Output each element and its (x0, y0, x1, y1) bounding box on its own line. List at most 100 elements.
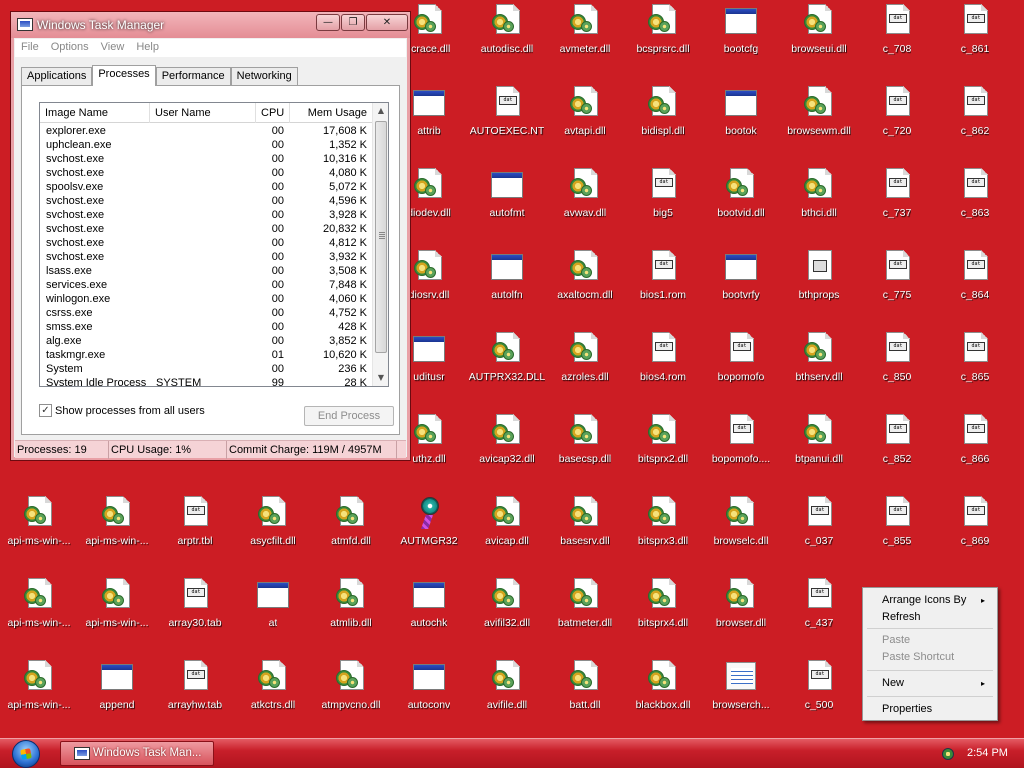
desktop-icon[interactable]: at (234, 576, 312, 658)
desktop-icon[interactable]: dat c_866 (936, 412, 1014, 494)
desktop-icon[interactable]: api-ms-win-... (0, 494, 78, 576)
table-row[interactable]: alg.exe 00 3,852 K (40, 334, 373, 348)
desktop-icon[interactable]: dat c_864 (936, 248, 1014, 330)
desktop-icon[interactable]: avicap.dll (468, 494, 546, 576)
show-all-users-checkbox[interactable]: ✓ (39, 404, 52, 417)
maximize-button[interactable]: ❐ (341, 14, 365, 31)
desktop-icon[interactable]: dat c_720 (858, 84, 936, 166)
desktop-icon[interactable]: batmeter.dll (546, 576, 624, 658)
desktop-icon[interactable]: axaltocm.dll (546, 248, 624, 330)
desktop-icon[interactable]: avifile.dll (468, 658, 546, 740)
desktop-icon[interactable]: dat c_850 (858, 330, 936, 412)
desktop-icon[interactable]: append (78, 658, 156, 740)
desktop-icon[interactable]: atmfd.dll (312, 494, 390, 576)
column-user-name[interactable]: User Name (150, 103, 256, 123)
menu-arrange-icons-by[interactable]: Arrange Icons By ▸ (863, 592, 997, 609)
desktop-icon[interactable]: dat c_863 (936, 166, 1014, 248)
desktop-icon[interactable]: dat bopomofo.... (702, 412, 780, 494)
show-all-users-option[interactable]: ✓ Show processes from all users (39, 404, 205, 417)
desktop-icon[interactable]: avmeter.dll (546, 2, 624, 84)
desktop-icon[interactable]: bitsprx3.dll (624, 494, 702, 576)
desktop-icon[interactable]: api-ms-win-... (0, 658, 78, 740)
desktop-icon[interactable]: avifil32.dll (468, 576, 546, 658)
desktop-icon[interactable]: bcsprsrc.dll (624, 2, 702, 84)
desktop-icon[interactable]: browseui.dll (780, 2, 858, 84)
desktop-icon[interactable]: bthprops (780, 248, 858, 330)
menu-new[interactable]: New ▸ (863, 675, 997, 692)
desktop-icon[interactable]: atmlib.dll (312, 576, 390, 658)
desktop-icon[interactable]: browserch... (702, 658, 780, 740)
desktop-icon[interactable]: dat arrayhw.tab (156, 658, 234, 740)
task-manager-window[interactable]: Windows Task Manager — ❐ ✕ File Options … (10, 11, 411, 461)
process-list-scrollbar[interactable]: ▲ ▼ (372, 103, 388, 386)
desktop-icon[interactable]: autochk (390, 576, 468, 658)
process-list[interactable]: Image Name User Name CPU Mem Usage explo… (39, 102, 389, 387)
desktop-icon[interactable]: dat bopomofo (702, 330, 780, 412)
table-row[interactable]: System 00 236 K (40, 362, 373, 376)
desktop-icon[interactable]: autodisc.dll (468, 2, 546, 84)
table-row[interactable]: spoolsv.exe 00 5,072 K (40, 180, 373, 194)
table-row[interactable]: lsass.exe 00 3,508 K (40, 264, 373, 278)
desktop-icon[interactable]: blackbox.dll (624, 658, 702, 740)
desktop-icon[interactable]: bidispl.dll (624, 84, 702, 166)
table-row[interactable]: smss.exe 00 428 K (40, 320, 373, 334)
desktop-icon[interactable]: bootok (702, 84, 780, 166)
desktop-icon[interactable]: bitsprx4.dll (624, 576, 702, 658)
desktop-icon[interactable]: AUTMGR32 (390, 494, 468, 576)
table-row[interactable]: uphclean.exe 00 1,352 K (40, 138, 373, 152)
desktop-icon[interactable]: dat c_737 (858, 166, 936, 248)
menu-paste-shortcut[interactable]: Paste Shortcut (863, 649, 997, 666)
desktop-icon[interactable]: autolfn (468, 248, 546, 330)
tab-performance[interactable]: Performance (155, 67, 231, 86)
desktop-icon[interactable]: bthci.dll (780, 166, 858, 248)
table-row[interactable]: csrss.exe 00 4,752 K (40, 306, 373, 320)
column-mem-usage[interactable]: Mem Usage (290, 103, 373, 123)
desktop-icon[interactable]: api-ms-win-... (78, 494, 156, 576)
desktop-icon[interactable]: AUTPRX32.DLL (468, 330, 546, 412)
desktop-icon[interactable]: dat c_775 (858, 248, 936, 330)
desktop-icon[interactable]: dat bios1.rom (624, 248, 702, 330)
table-row[interactable]: winlogon.exe 00 4,060 K (40, 292, 373, 306)
menu-refresh[interactable]: Refresh (863, 609, 997, 626)
desktop-icon[interactable]: dat arptr.tbl (156, 494, 234, 576)
desktop-icon[interactable]: dat c_037 (780, 494, 858, 576)
menu-paste[interactable]: Paste (863, 632, 997, 649)
tab-processes[interactable]: Processes (92, 65, 156, 86)
table-row[interactable]: svchost.exe 00 3,928 K (40, 208, 373, 222)
title-bar[interactable]: Windows Task Manager — ❐ ✕ (11, 12, 410, 38)
table-row[interactable]: svchost.exe 00 4,812 K (40, 236, 373, 250)
network-tray-icon[interactable] (940, 746, 954, 760)
desktop-icon[interactable]: dat array30.tab (156, 576, 234, 658)
desktop-icon[interactable]: api-ms-win-... (78, 576, 156, 658)
desktop-icon[interactable]: api-ms-win-... (0, 576, 78, 658)
desktop-icon[interactable]: autofmt (468, 166, 546, 248)
desktop-icon[interactable]: asycfilt.dll (234, 494, 312, 576)
menu-options[interactable]: Options (45, 39, 95, 57)
desktop-icon[interactable]: dat c_869 (936, 494, 1014, 576)
table-row[interactable]: svchost.exe 00 10,316 K (40, 152, 373, 166)
desktop-icon[interactable]: dat big5 (624, 166, 702, 248)
desktop-icon[interactable]: bootcfg (702, 2, 780, 84)
table-row[interactable]: explorer.exe 00 17,608 K (40, 124, 373, 138)
desktop-icon[interactable]: atkctrs.dll (234, 658, 312, 740)
desktop-icon[interactable]: dat c_855 (858, 494, 936, 576)
tab-applications[interactable]: Applications (21, 67, 93, 86)
table-row[interactable]: taskmgr.exe 01 10,620 K (40, 348, 373, 362)
scroll-down-icon[interactable]: ▼ (373, 370, 388, 386)
table-row[interactable]: svchost.exe 00 20,832 K (40, 222, 373, 236)
desktop-icon[interactable]: browsewm.dll (780, 84, 858, 166)
desktop-icon[interactable]: atmpvcno.dll (312, 658, 390, 740)
column-image-name[interactable]: Image Name (40, 103, 150, 123)
table-row[interactable]: svchost.exe 00 4,596 K (40, 194, 373, 208)
desktop-icon[interactable]: dat c_852 (858, 412, 936, 494)
tab-networking[interactable]: Networking (230, 67, 298, 86)
desktop-icon[interactable]: avwav.dll (546, 166, 624, 248)
desktop-icon[interactable]: dat c_862 (936, 84, 1014, 166)
menu-view[interactable]: View (95, 39, 131, 57)
desktop-icon[interactable]: basesrv.dll (546, 494, 624, 576)
desktop-icon[interactable]: batt.dll (546, 658, 624, 740)
menu-file[interactable]: File (15, 39, 45, 57)
desktop-icon[interactable]: avtapi.dll (546, 84, 624, 166)
desktop-icon[interactable]: bthserv.dll (780, 330, 858, 412)
desktop-icon[interactable]: dat c_708 (858, 2, 936, 84)
